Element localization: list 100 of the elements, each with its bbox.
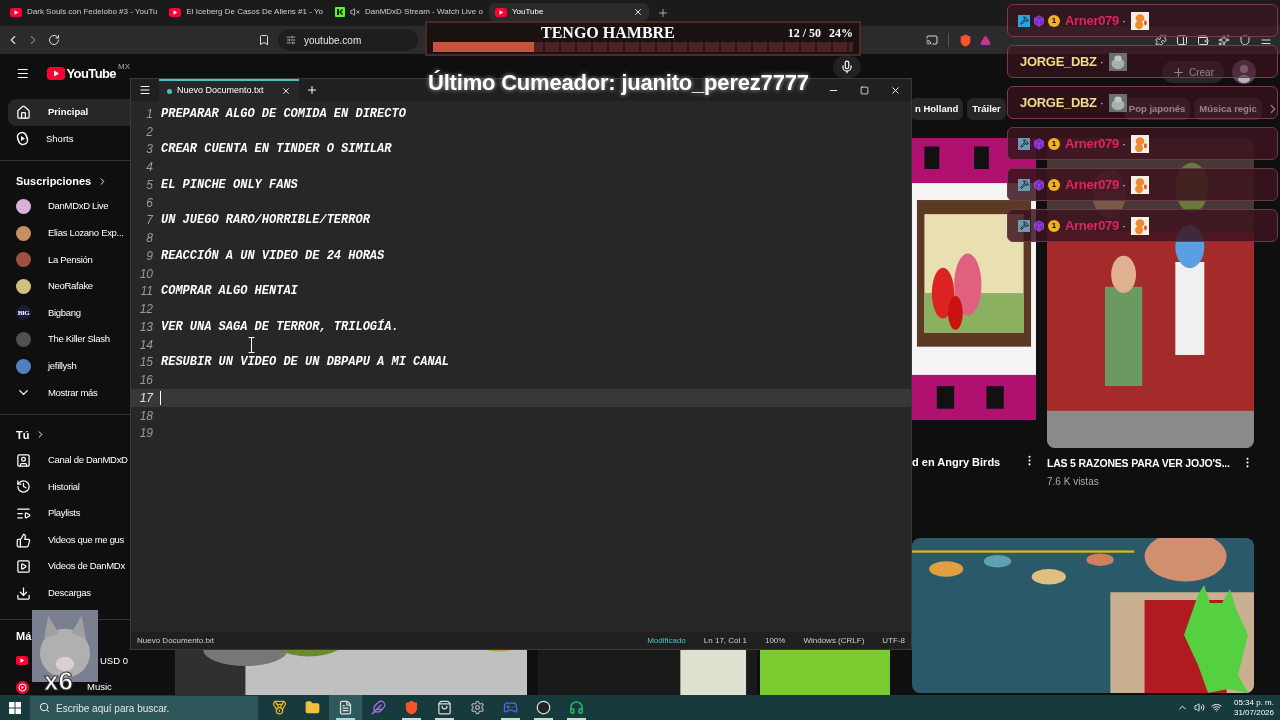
section-heading[interactable]: Suscripciones — [0, 169, 130, 194]
goal-percent: 24% — [829, 24, 853, 42]
separator-dot: · — [1099, 95, 1104, 110]
status-text: UTF-8 — [882, 634, 905, 647]
sidebar-item[interactable]: Descargas — [0, 579, 130, 607]
triangle-icon[interactable] — [980, 34, 991, 46]
text-line: EL PINCHE ONLY FANS — [161, 176, 298, 194]
sidebar-item[interactable]: NeoRafake — [0, 272, 130, 300]
search-field[interactable]: Escribe aquí para buscar. — [30, 696, 258, 720]
gamepad-icon — [503, 700, 518, 715]
channel-name: Elias Lozano Exp... — [48, 225, 124, 240]
wallet-icon[interactable] — [1197, 34, 1209, 46]
video-title[interactable]: LAS 5 RAZONES PARA VER JOJO'S... — [1047, 456, 1230, 472]
line-number: 2 — [145, 123, 153, 141]
sidebar-item[interactable]: Elias Lozano Exp... — [0, 219, 130, 247]
section-heading[interactable]: Tú — [0, 422, 130, 447]
cube-icon — [1033, 178, 1045, 191]
folder-icon — [305, 700, 320, 715]
sidebar-item[interactable]: Historial — [0, 473, 130, 501]
line-number: 8 — [145, 230, 153, 248]
clock[interactable]: 05:34 p. m. 31/07/2026 — [1227, 697, 1280, 718]
sidebar-item[interactable]: jefillysh — [0, 352, 130, 380]
channel-name: jefillysh — [48, 358, 77, 373]
sidebar-item[interactable]: DanMDxD Live — [0, 193, 130, 220]
address-field[interactable]: youtube.com — [278, 29, 418, 51]
muted-icon — [350, 7, 360, 17]
playlist-icon — [16, 505, 31, 521]
item-label: Historial — [48, 479, 80, 494]
line-number: 13 — [138, 318, 153, 336]
sidebar-item[interactable]: Videos de DanMDx — [0, 553, 130, 580]
cast-icon[interactable] — [926, 34, 938, 46]
sparkle-icon[interactable] — [1218, 34, 1230, 46]
shield-icon[interactable] — [959, 33, 972, 47]
channel-name: NeoRafake — [48, 279, 93, 294]
line-number: 19 — [138, 425, 153, 443]
close-icon[interactable] — [281, 86, 291, 96]
text-line: RESUBIR UN VIDEO DE UN DBPAPU A MI CANAL — [161, 354, 450, 372]
mic-button[interactable] — [833, 56, 861, 78]
puzzle-icon[interactable] — [1155, 34, 1167, 46]
status-text: Nuevo Documento.txt — [137, 634, 214, 647]
sidebar-item[interactable]: Mostrar más — [0, 379, 130, 406]
sidebar-item[interactable]: Principal — [8, 99, 130, 126]
document-tab[interactable]: Nuevo Documento.txt — [159, 79, 299, 101]
create-button[interactable]: Crear — [1162, 61, 1224, 83]
sidebar-item[interactable]: Playlists — [0, 500, 130, 527]
browser-tab[interactable]: El Iceberg De Casos De Aliens #1 - Yo — [163, 3, 329, 21]
line-number: 5 — [145, 176, 153, 194]
browser-tab[interactable]: YouTube — [488, 3, 649, 21]
text-line: COMPRAR ALGO HENTAI — [161, 283, 298, 301]
sidebar-item[interactable]: La Pensión — [0, 246, 130, 273]
menu-icon — [139, 84, 151, 96]
video-title[interactable]: d en Angry Birds — [912, 454, 1001, 471]
running-indicator — [336, 718, 355, 720]
line-number: 11 — [139, 283, 153, 301]
sidebar-item[interactable]: Shorts — [8, 125, 130, 153]
avatar-icon[interactable] — [1232, 60, 1256, 84]
status-text: Ln 17, Col 1 — [703, 634, 747, 647]
filter-chip[interactable]: Pop japonés — [1123, 98, 1191, 120]
text-line: UN JUEGO RARO/HORRIBLE/TERROR — [161, 212, 370, 230]
running-indicator — [567, 718, 586, 720]
plus-icon — [1172, 65, 1185, 79]
channel-name: DanMDxD Live — [48, 199, 109, 214]
feather-icon — [371, 700, 386, 715]
speaker-icon[interactable] — [1193, 702, 1205, 713]
item-label: Canal de DanMDxD — [48, 453, 128, 468]
section-heading: Má — [15, 629, 33, 645]
network-icon[interactable] — [1210, 702, 1222, 713]
browser-tab[interactable]: DanMDxD Stream - Watch Live o — [329, 3, 489, 21]
cube-icon — [1033, 14, 1045, 27]
reload-icon[interactable] — [48, 34, 60, 46]
bookmark-icon[interactable] — [258, 34, 270, 46]
item-label[interactable]: USD 0 — [100, 653, 128, 668]
goal-count: 12 / 50 — [787, 24, 821, 42]
browser-tab[interactable]: Dark Souls con Fedelobo #3 - YouTu — [4, 3, 164, 21]
hammer-icon — [1018, 178, 1030, 191]
cube-icon — [1033, 137, 1045, 150]
play-icon — [494, 7, 507, 17]
text-line: CREAR CUENTA EN TINDER O SIMILAR — [161, 141, 392, 159]
running-indicator — [402, 718, 421, 720]
cube-icon — [1033, 219, 1045, 232]
filter-chip[interactable]: Música regic — [1194, 98, 1262, 120]
sidebar-item[interactable]: Videos que me gus — [0, 526, 130, 554]
status-text: Modificado — [647, 634, 686, 647]
close-icon — [632, 7, 643, 17]
sidebar-item[interactable]: The Killer Slash — [0, 326, 130, 353]
filter-chip[interactable]: n Holland — [910, 98, 964, 120]
filter-chip[interactable]: Tráiler — [967, 98, 1006, 120]
shield-icon — [404, 700, 419, 715]
goal-title: TENGO HAMBRE — [541, 22, 675, 43]
hammer-icon — [1018, 137, 1030, 150]
sidebar-icon[interactable] — [1176, 34, 1188, 46]
heading-text: Suscripciones — [16, 173, 92, 189]
taskbar-app[interactable] — [329, 695, 362, 720]
view-count: 7.6 K vistas — [1047, 474, 1100, 489]
new-tab-icon[interactable] — [656, 7, 669, 19]
item-label[interactable]: Music — [87, 680, 112, 695]
sidebar-item[interactable]: Canal de DanMDxD — [0, 446, 130, 474]
running-indicator — [435, 718, 454, 720]
new-tab-icon[interactable] — [306, 84, 318, 96]
line-number: 7 — [145, 212, 153, 230]
